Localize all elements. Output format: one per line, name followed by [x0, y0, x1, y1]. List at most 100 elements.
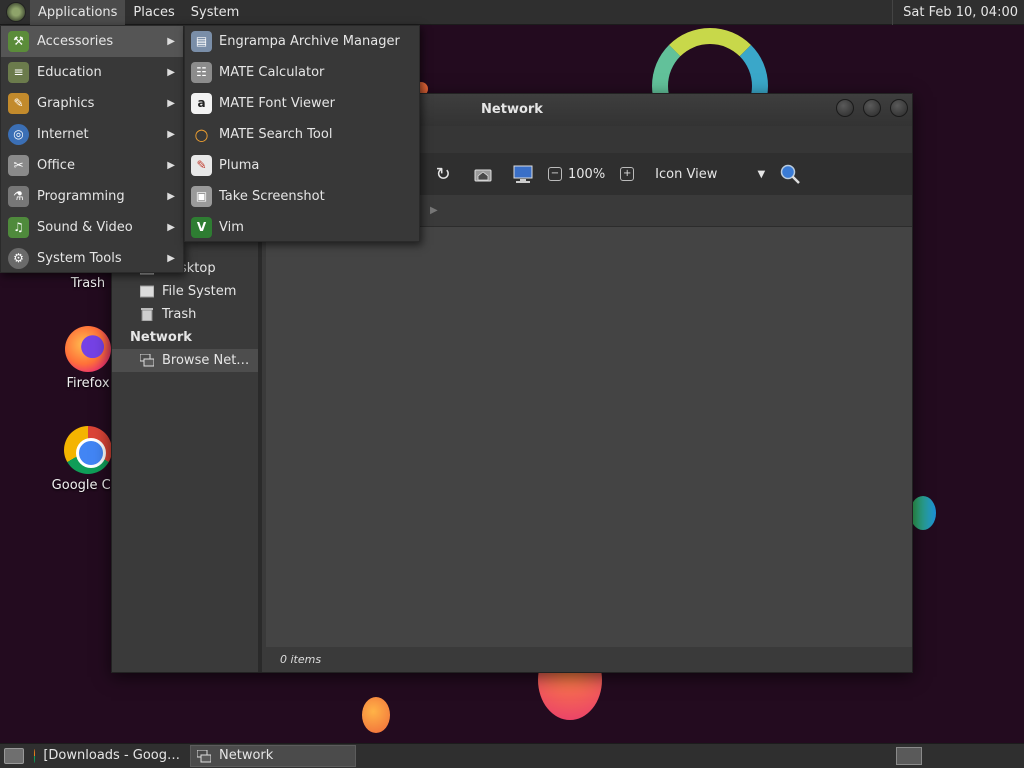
- wallpaper-blob-decoration: [910, 496, 936, 530]
- sidebar-item-browse-network[interactable]: Browse Net…: [112, 349, 258, 372]
- file-view-area[interactable]: [266, 227, 912, 647]
- menu-item-label: Graphics: [37, 96, 95, 111]
- menu-item-screenshot[interactable]: ▣ Take Screenshot: [185, 181, 419, 212]
- submenu-arrow-icon: ▶: [167, 36, 175, 47]
- status-bar: 0 items: [266, 647, 912, 672]
- menu-item-label: Vim: [219, 220, 244, 235]
- programming-icon: ⚗: [8, 186, 29, 207]
- workspace-switcher[interactable]: [896, 747, 922, 765]
- applications-dropdown: ⚒ Accessories ▶ ≡ Education ▶ ✎ Graphics…: [0, 25, 184, 273]
- menu-item-label: Pluma: [219, 158, 260, 173]
- search-tool-icon: ○: [194, 125, 209, 144]
- submenu-arrow-icon: ▶: [167, 191, 175, 202]
- graphics-icon: ✎: [8, 93, 29, 114]
- network-icon: [197, 749, 211, 762]
- view-mode-select[interactable]: Icon View ▼: [655, 159, 765, 189]
- taskbar-item-downloads[interactable]: [Downloads - Goog…: [28, 745, 186, 767]
- search-icon: [780, 164, 801, 184]
- sidebar-item-trash[interactable]: Trash: [112, 303, 258, 326]
- menu-item-label: Office: [37, 158, 75, 173]
- menu-item-calculator[interactable]: ☷ MATE Calculator: [185, 57, 419, 88]
- menu-item-label: Take Screenshot: [219, 189, 325, 204]
- zoom-in-icon: +: [620, 167, 635, 181]
- path-scroll-left-icon[interactable]: ▶: [430, 205, 438, 216]
- font-viewer-icon: a: [191, 93, 212, 114]
- taskbar-item-network[interactable]: Network: [190, 745, 356, 767]
- zoom-in-button[interactable]: +: [615, 159, 645, 189]
- accessories-icon: ⚒: [8, 31, 29, 52]
- search-button[interactable]: [775, 159, 805, 189]
- reload-icon: ↻: [435, 163, 451, 185]
- show-desktop-button[interactable]: [4, 748, 24, 764]
- view-mode-label: Icon View: [655, 166, 718, 182]
- panel-clock[interactable]: Sat Feb 10, 04:00: [892, 0, 1024, 25]
- computer-icon: [513, 165, 533, 183]
- wallpaper-blob-decoration: [362, 697, 390, 733]
- menu-item-system-tools[interactable]: ⚙ System Tools ▶: [1, 243, 183, 274]
- menu-item-engrampa[interactable]: ▤ Engrampa Archive Manager: [185, 26, 419, 57]
- menu-item-label: Internet: [37, 127, 89, 142]
- menu-item-label: Sound & Video: [37, 220, 133, 235]
- menu-item-label: MATE Calculator: [219, 65, 325, 80]
- reload-button[interactable]: ↻: [428, 159, 458, 189]
- menu-item-label: MATE Search Tool: [219, 127, 333, 142]
- taskbar-item-label: Network: [219, 748, 274, 763]
- zoom-out-button[interactable]: − 100%: [548, 159, 605, 189]
- screenshot-icon: ▣: [191, 186, 212, 207]
- top-panel: Applications Places System Sat Feb 10, 0…: [0, 0, 1024, 25]
- places-menu[interactable]: Places: [125, 0, 182, 25]
- sidebar-item-label: Browse Net…: [162, 353, 250, 368]
- home-button[interactable]: [468, 159, 498, 189]
- minimize-button[interactable]: [836, 99, 854, 117]
- calculator-icon: ☷: [191, 62, 212, 83]
- menu-item-sound-video[interactable]: ♫ Sound & Video ▶: [1, 212, 183, 243]
- places-sidebar: Desktop File System Trash Network Browse…: [112, 227, 262, 672]
- zoom-level: 100%: [568, 166, 606, 182]
- internet-icon: ◎: [8, 124, 29, 145]
- menu-item-vim[interactable]: V Vim: [185, 212, 419, 243]
- chrome-icon: [34, 749, 36, 763]
- sidebar-item-file-system[interactable]: File System: [112, 280, 258, 303]
- menu-item-font-viewer[interactable]: a MATE Font Viewer: [185, 88, 419, 119]
- submenu-arrow-icon: ▶: [167, 67, 175, 78]
- office-icon: ✂: [8, 155, 29, 176]
- menu-item-internet[interactable]: ◎ Internet ▶: [1, 119, 183, 150]
- zoom-out-icon: −: [548, 167, 562, 181]
- menu-item-label: Education: [37, 65, 102, 80]
- applications-menu[interactable]: Applications: [30, 0, 126, 25]
- taskbar-item-label: [Downloads - Goog…: [43, 748, 180, 763]
- maximize-button[interactable]: [863, 99, 881, 117]
- menu-item-programming[interactable]: ⚗ Programming ▶: [1, 181, 183, 212]
- menu-item-label: MATE Font Viewer: [219, 96, 336, 111]
- menu-item-education[interactable]: ≡ Education ▶: [1, 57, 183, 88]
- archive-manager-icon: ▤: [191, 31, 212, 52]
- sidebar-item-label: File System: [162, 284, 237, 299]
- chrome-icon: [64, 426, 112, 474]
- trash-icon: [141, 308, 153, 321]
- menu-item-graphics[interactable]: ✎ Graphics ▶: [1, 88, 183, 119]
- home-folder-icon: [474, 169, 492, 182]
- drive-icon: [140, 285, 154, 298]
- submenu-arrow-icon: ▶: [167, 129, 175, 140]
- education-icon: ≡: [8, 62, 29, 83]
- mate-logo-icon[interactable]: [6, 2, 26, 22]
- menu-item-search-tool[interactable]: ○ MATE Search Tool: [185, 119, 419, 150]
- submenu-arrow-icon: ▶: [167, 222, 175, 233]
- submenu-arrow-icon: ▶: [167, 98, 175, 109]
- menu-item-pluma[interactable]: ✎ Pluma: [185, 150, 419, 181]
- menu-item-accessories[interactable]: ⚒ Accessories ▶: [1, 26, 183, 57]
- menu-item-label: System Tools: [37, 251, 122, 266]
- network-icon: [140, 354, 154, 367]
- menu-item-office[interactable]: ✂ Office ▶: [1, 150, 183, 181]
- submenu-arrow-icon: ▶: [167, 160, 175, 171]
- sidebar-network-heading: Network: [130, 330, 192, 345]
- submenu-arrow-icon: ▶: [167, 253, 175, 264]
- vim-icon: V: [191, 217, 212, 238]
- computer-button[interactable]: [508, 159, 538, 189]
- menu-item-label: Accessories: [37, 34, 114, 49]
- system-menu[interactable]: System: [183, 0, 247, 25]
- close-button[interactable]: [890, 99, 908, 117]
- text-editor-icon: ✎: [191, 155, 212, 176]
- firefox-icon: [65, 326, 111, 372]
- menu-item-label: Programming: [37, 189, 125, 204]
